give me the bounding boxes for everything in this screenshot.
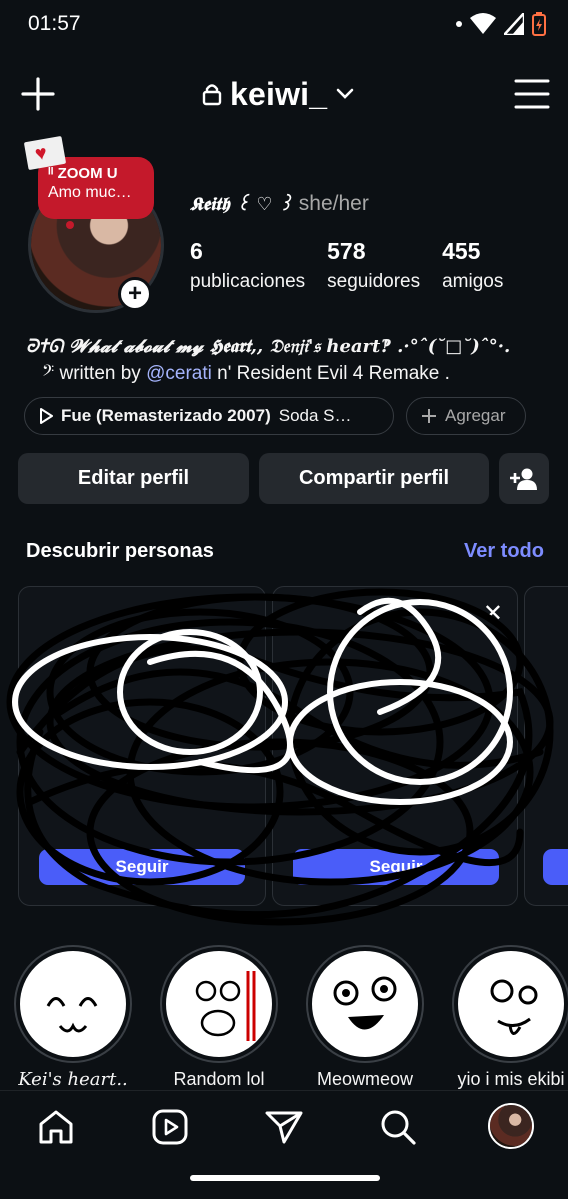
create-plus-icon[interactable] xyxy=(20,76,56,112)
wifi-icon xyxy=(470,13,496,34)
happy-face-icon xyxy=(46,997,98,1033)
stat-value: 455 xyxy=(442,238,481,264)
discover-title: Descubrir personas xyxy=(26,540,214,562)
battery-icon xyxy=(532,12,546,36)
discover-people-button[interactable] xyxy=(499,453,549,504)
bio-text: n' Resident Evil 4 Remake . xyxy=(211,363,450,384)
profile-actions: Editar perfil Compartir perfil xyxy=(18,453,549,504)
bio-text: 𝄢 written by xyxy=(42,363,147,384)
name-line: 𝕶𝖊𝖎𝖙𝖍 ꒰ ♡ ꒱ she/her xyxy=(190,192,369,216)
profile-chips: Fue (Remasterizado 2007) Soda S… Agregar xyxy=(24,397,526,435)
scribble-redaction xyxy=(6,588,554,926)
signal-icon xyxy=(504,13,524,35)
nav-profile[interactable] xyxy=(488,1103,534,1149)
highlight-cover xyxy=(14,945,132,1063)
highlight-label: yio i mis ekibi xyxy=(457,1069,565,1089)
status-bar: 01:57 xyxy=(0,0,568,52)
display-name: 𝕶𝖊𝖎𝖙𝖍 ꒰ ♡ ꒱ xyxy=(190,194,293,215)
bio: ᘒ✝ᘏ 𝓦𝓱𝓪𝓽 𝓪𝓫𝓸𝓾𝓽 𝓶𝔂 𝕳𝖊𝖆𝖗𝖙,, 𝔇𝔢𝔫𝔧𝔦'𝔰 heart‽… xyxy=(26,333,556,387)
stat-followers[interactable]: 578 seguidores xyxy=(327,238,420,293)
stat-value: 6 xyxy=(190,238,203,264)
nav-search[interactable] xyxy=(378,1107,418,1147)
add-chip-button[interactable]: Agregar xyxy=(406,397,526,435)
see-all-link[interactable]: Ver todo xyxy=(464,540,544,563)
search-icon xyxy=(381,1110,416,1145)
share-profile-button[interactable]: Compartir perfil xyxy=(259,453,489,504)
edit-profile-button[interactable]: Editar perfil xyxy=(18,453,249,504)
highlight-label: Random lol xyxy=(173,1069,265,1089)
status-time: 01:57 xyxy=(28,12,81,35)
highlight-item[interactable]: Random lol xyxy=(160,945,278,1090)
highlight-item[interactable]: Meowmeow xyxy=(306,945,424,1090)
chevron-down-icon xyxy=(336,88,354,99)
derp-face-icon xyxy=(490,979,538,1035)
music-chip[interactable]: Fue (Remasterizado 2007) Soda S… xyxy=(24,397,394,435)
home-icon xyxy=(39,1110,73,1144)
bio-line-1: ᘒ✝ᘏ 𝓦𝓱𝓪𝓽 𝓪𝓫𝓸𝓾𝓽 𝓶𝔂 𝕳𝖊𝖆𝖗𝖙,, 𝔇𝔢𝔫𝔧𝔦'𝔰 heart‽… xyxy=(26,336,511,357)
nav-reels[interactable] xyxy=(150,1107,190,1147)
note-song-label: ᴵᴵ ZOOM U xyxy=(48,165,118,182)
highlight-label: Kei's heart.. xyxy=(18,1069,128,1090)
send-icon xyxy=(265,1111,303,1144)
add-story-plus-icon[interactable]: + xyxy=(118,277,152,311)
profile-header: keiwi_ xyxy=(0,62,568,126)
bottom-navigation xyxy=(0,1090,568,1199)
reels-icon xyxy=(152,1109,188,1145)
stat-label: publicaciones xyxy=(190,271,306,292)
menu-hamburger-icon[interactable] xyxy=(514,76,550,112)
add-chip-label: Agregar xyxy=(445,406,506,425)
discover-header: Descubrir personas Ver todo xyxy=(26,540,544,563)
nav-home[interactable] xyxy=(36,1107,76,1147)
bio-mention-link[interactable]: @cerati xyxy=(146,363,212,384)
pronouns: she/her xyxy=(298,192,369,215)
note-bubble-tail xyxy=(66,221,74,229)
highlight-item[interactable]: Kei's heart.. xyxy=(14,945,132,1090)
username: keiwi_ xyxy=(230,75,328,112)
play-icon xyxy=(40,408,53,424)
add-person-icon xyxy=(510,468,537,490)
story-highlights: Kei's heart.. Random lol Meowmeow yio i … xyxy=(14,945,568,1090)
bio-line-2: 𝄢 written by @cerati n' Resident Evil 4 … xyxy=(26,360,556,387)
highlight-cover xyxy=(452,945,568,1063)
stat-value: 578 xyxy=(327,238,366,264)
highlight-cover xyxy=(306,945,424,1063)
plus-icon xyxy=(422,409,436,423)
song-title: Fue (Remasterizado 2007) xyxy=(61,406,271,425)
excited-face-icon xyxy=(333,976,397,1030)
note-bubble[interactable]: ᴵᴵ ZOOM U Amo muc… xyxy=(38,157,154,219)
profile-avatar-small xyxy=(488,1103,534,1149)
stat-friends[interactable]: 455 amigos xyxy=(442,238,503,293)
lock-icon xyxy=(202,84,222,106)
account-switcher[interactable]: keiwi_ xyxy=(202,74,355,114)
highlight-item[interactable]: yio i mis ekibi xyxy=(452,945,568,1090)
highlight-cover xyxy=(160,945,278,1063)
notification-dot-icon xyxy=(456,21,462,27)
profile-stats: 6 publicaciones 578 seguidores 455 amigo… xyxy=(190,238,525,293)
stat-posts[interactable]: 6 publicaciones xyxy=(190,238,305,293)
rage-face-icon xyxy=(195,971,256,1041)
song-artist: Soda S… xyxy=(278,406,352,425)
highlight-label: Meowmeow xyxy=(316,1069,414,1089)
stat-label: amigos xyxy=(442,271,504,292)
nav-messages[interactable] xyxy=(264,1107,304,1147)
stat-label: seguidores xyxy=(327,271,421,292)
note-text: Amo muc… xyxy=(48,184,132,201)
home-indicator[interactable] xyxy=(190,1175,380,1181)
status-icons xyxy=(456,12,546,36)
avatar-area: + ᴵᴵ ZOOM U Amo muc… ♥ xyxy=(18,135,178,325)
